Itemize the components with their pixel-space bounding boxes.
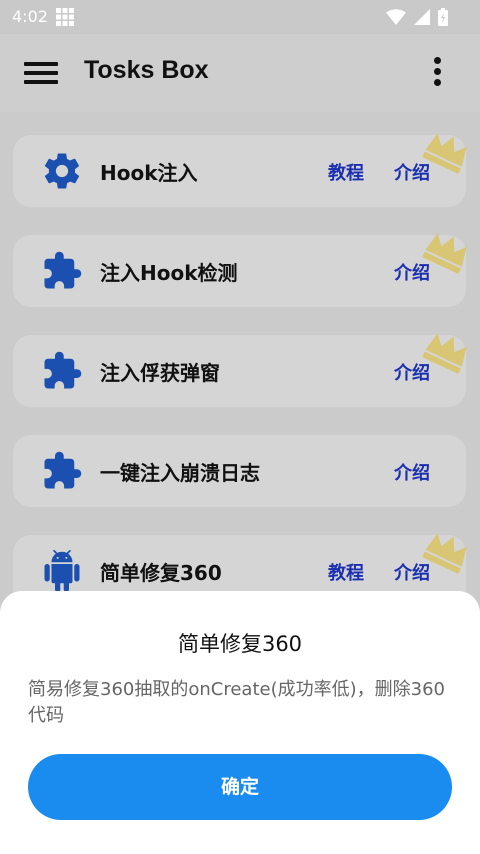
dialog-title: 简单修复360 [177,632,303,656]
crown-icon [422,133,467,174]
dialog-message: 简易修复360抽取的onCreate(成功率低)，删除360代码 [28,679,445,726]
app-bar: Tosks Box [0,34,480,112]
puzzle-icon [44,451,82,489]
card-hook-inject[interactable]: Hook注入 教程 介绍 [13,133,467,207]
crown-icon [422,533,467,574]
intro-link[interactable]: 介绍 [394,459,430,485]
system-icons [386,8,448,26]
hamburger-menu-icon[interactable] [24,59,60,87]
crown-icon [422,333,467,374]
card-label: 注入俘获弹窗 [100,361,220,385]
card-label: 简单修复360 [100,561,222,585]
card-inject-capture-popup[interactable]: 注入俘获弹窗 介绍 [13,333,467,407]
card-inject-hook-detect[interactable]: 注入Hook检测 介绍 [13,233,467,307]
status-bar: 4:02 [0,0,480,34]
gear-icon [44,153,80,189]
info-bottom-sheet: 简单修复360 简易修复360抽取的onCreate(成功率低)，删除360代码… [0,591,480,854]
tutorial-link[interactable]: 教程 [328,559,364,585]
signal-icon [414,9,430,25]
android-icon [44,550,80,592]
tutorial-link[interactable]: 教程 [328,159,364,185]
battery-icon [438,8,448,26]
app-title: Tosks Box [84,56,209,84]
card-label: 一键注入崩溃日志 [100,461,260,485]
wifi-icon [386,9,406,25]
crown-icon [422,233,467,274]
confirm-button[interactable]: 确定 [28,754,452,820]
card-label: Hook注入 [100,161,198,185]
notification-grid-icon [56,8,74,26]
status-time: 4:02 [12,7,48,26]
puzzle-icon [44,351,82,389]
card-label: 注入Hook检测 [100,261,238,285]
more-options-icon[interactable] [426,54,450,90]
puzzle-icon [44,251,82,289]
card-inject-crash-log[interactable]: 一键注入崩溃日志 介绍 [13,435,466,507]
